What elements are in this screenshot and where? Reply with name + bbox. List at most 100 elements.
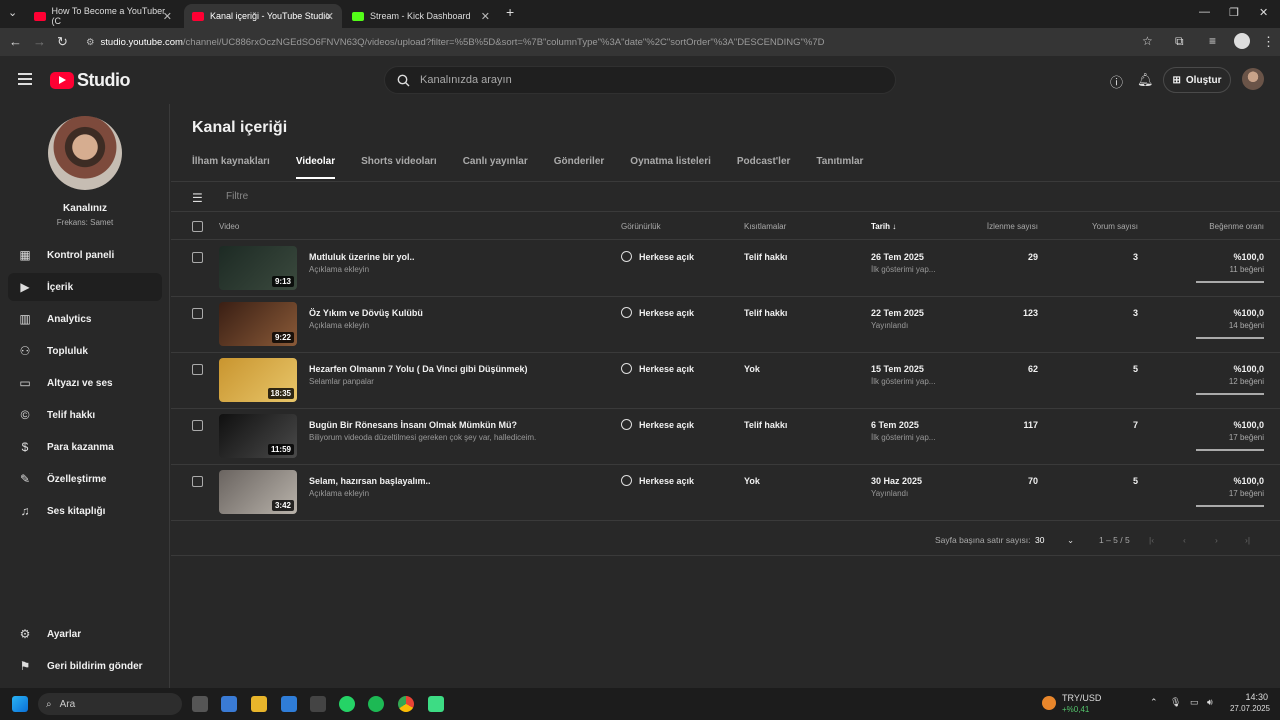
account-avatar[interactable] — [1242, 68, 1264, 90]
sidebar-item-community[interactable]: ⚇ Topluluk — [8, 337, 162, 365]
taskbar-search[interactable]: ⌕ Ara — [38, 693, 182, 715]
video-title[interactable]: Bugün Bir Rönesans İnsanı Olmak Mümkün M… — [309, 420, 517, 430]
visibility-cell[interactable]: Herkese açık — [621, 475, 694, 486]
row-checkbox[interactable] — [192, 364, 203, 375]
reload-icon[interactable]: ↻ — [57, 34, 68, 50]
tab-shorts[interactable]: Shorts videoları — [361, 156, 437, 179]
site-info-icon[interactable]: ⚙ — [86, 37, 95, 48]
sidebar-item-dashboard[interactable]: ▦ Kontrol paneli — [8, 241, 162, 269]
clock-date[interactable]: 27.07.2025 — [1224, 704, 1270, 713]
table-row[interactable]: 9:13 Mutluluk üzerine bir yol.. Açıklama e… — [171, 241, 1280, 297]
studio-logo[interactable]: Studio — [50, 70, 131, 91]
prev-page-icon[interactable]: ‹ — [1183, 535, 1186, 545]
task-view-icon[interactable] — [192, 696, 208, 712]
browser-menu-icon[interactable]: ⋮ — [1262, 34, 1275, 50]
notifications-bell-icon[interactable]: 🔔︎ — [1137, 72, 1154, 88]
tab-live[interactable]: Canlı yayınlar — [463, 156, 528, 179]
currency-widget-icon[interactable] — [1042, 696, 1056, 710]
new-tab-icon[interactable]: + — [506, 4, 514, 20]
network-icon[interactable]: ▭ — [1190, 697, 1199, 708]
close-tab-icon[interactable]: ✕ — [325, 10, 334, 23]
tab-playlists[interactable]: Oynatma listeleri — [630, 156, 711, 179]
video-title[interactable]: Mutluluk üzerine bir yol.. — [309, 252, 415, 262]
sidebar-item-customization[interactable]: ✎ Özelleştirme — [8, 465, 162, 493]
browser-tab-3[interactable]: Stream - Kick Dashboard ✕ — [344, 4, 498, 28]
whatsapp-icon[interactable] — [339, 696, 355, 712]
first-page-icon[interactable]: |‹ — [1149, 535, 1154, 545]
clock-time[interactable]: 14:30 — [1232, 692, 1268, 702]
url-field[interactable]: ⚙ studio.youtube.com/channel/UC886rxOczN… — [86, 31, 1150, 53]
row-checkbox[interactable] — [192, 252, 203, 263]
forward-icon[interactable]: → — [33, 34, 46, 49]
chrome-icon[interactable] — [398, 696, 414, 712]
channel-search-input[interactable]: Kanalınızda arayın — [384, 66, 896, 94]
tab-search-icon[interactable]: ⌄ — [8, 6, 17, 19]
video-thumbnail[interactable]: 18:35 — [219, 358, 297, 402]
close-tab-icon[interactable]: ✕ — [163, 10, 172, 23]
volume-icon[interactable]: 🔊︎ — [1207, 697, 1213, 708]
close-tab-icon[interactable]: ✕ — [481, 10, 490, 23]
video-thumbnail[interactable]: 9:13 — [219, 246, 297, 290]
video-title[interactable]: Hezarfen Olmanın 7 Yolu ( Da Vinci gibi … — [309, 364, 528, 374]
table-row[interactable]: 11:59 Bugün Bir Rönesans İnsanı Olmak Müm… — [171, 409, 1280, 465]
tab-promotions[interactable]: Tanıtımlar — [816, 156, 863, 179]
channel-avatar[interactable] — [48, 116, 122, 190]
visibility-cell[interactable]: Herkese açık — [621, 363, 694, 374]
visibility-cell[interactable]: Herkese açık — [621, 419, 694, 430]
chevron-down-icon[interactable]: ⌄ — [1067, 535, 1074, 546]
back-icon[interactable]: ← — [9, 34, 22, 49]
windows-start-icon[interactable] — [12, 696, 28, 712]
help-icon[interactable]: ⓘ — [1110, 72, 1123, 91]
filter-bar[interactable]: ☰ Filtre — [171, 182, 1280, 212]
tab-inspiration[interactable]: İlham kaynakları — [192, 156, 270, 179]
row-checkbox[interactable] — [192, 420, 203, 431]
sidebar-item-copyright[interactable]: © Telif hakkı — [8, 401, 162, 429]
reading-list-icon[interactable]: ≡ — [1209, 34, 1216, 48]
close-window-icon[interactable]: ✕ — [1259, 6, 1268, 19]
video-title[interactable]: Öz Yıkım ve Dövüş Kulübü — [309, 308, 423, 318]
tab-podcasts[interactable]: Podcast'ler — [737, 156, 791, 179]
create-button[interactable]: ⊞ Oluştur — [1163, 67, 1231, 93]
profile-avatar[interactable] — [1234, 33, 1250, 49]
bookmark-star-icon[interactable]: ☆ — [1142, 34, 1153, 48]
sidebar-item-settings[interactable]: ⚙ Ayarlar — [8, 620, 162, 648]
sidebar-item-subtitles[interactable]: ▭ Altyazı ve ses — [8, 369, 162, 397]
last-page-icon[interactable]: ›| — [1245, 535, 1250, 545]
sidebar-item-analytics[interactable]: ▥ Analytics — [8, 305, 162, 333]
table-row[interactable]: 18:35 Hezarfen Olmanın 7 Yolu ( Da Vinci … — [171, 353, 1280, 409]
restore-icon[interactable]: ❐ — [1229, 6, 1239, 19]
row-checkbox[interactable] — [192, 308, 203, 319]
rows-per-page-select[interactable]: 30 — [1035, 535, 1044, 545]
tab-posts[interactable]: Gönderiler — [554, 156, 605, 179]
pen-app-icon[interactable] — [310, 696, 326, 712]
video-title[interactable]: Selam, hazırsan başlayalım.. — [309, 476, 431, 486]
row-checkbox[interactable] — [192, 476, 203, 487]
tray-chevron-up-icon[interactable]: ⌃ — [1150, 697, 1158, 708]
browser-tab-2[interactable]: Kanal içeriği - YouTube Studio ✕ — [184, 4, 342, 28]
table-row[interactable]: 9:22 Öz Yıkım ve Dövüş Kulübü Açıklama ekl… — [171, 297, 1280, 353]
video-thumbnail[interactable]: 9:22 — [219, 302, 297, 346]
tab-videos[interactable]: Videolar — [295, 156, 336, 179]
extensions-icon[interactable]: ⧉ — [1175, 34, 1184, 49]
store-icon[interactable] — [281, 696, 297, 712]
table-row[interactable]: 3:42 Selam, hazırsan başlayalım.. Açıklama… — [171, 465, 1280, 521]
spotify-icon[interactable] — [368, 696, 384, 712]
filter-icon[interactable]: ☰ — [192, 191, 203, 205]
col-date[interactable]: Tarih ↓ — [871, 222, 896, 231]
visibility-cell[interactable]: Herkese açık — [621, 307, 694, 318]
visibility-cell[interactable]: Herkese açık — [621, 251, 694, 262]
video-thumbnail[interactable]: 3:42 — [219, 470, 297, 514]
filter-input[interactable]: Filtre — [226, 191, 248, 202]
select-all-checkbox[interactable] — [192, 221, 203, 232]
app-icon[interactable] — [221, 696, 237, 712]
browser-tab-1[interactable]: How To Become a YouTuber (C ✕ — [26, 4, 180, 28]
app-icon[interactable] — [428, 696, 444, 712]
minimize-icon[interactable]: — — [1199, 6, 1210, 18]
menu-icon[interactable] — [18, 73, 32, 85]
sidebar-item-feedback[interactable]: ⚑ Geri bildirim gönder — [8, 652, 162, 680]
microphone-icon[interactable]: 🎙︎ — [1170, 697, 1181, 708]
file-explorer-icon[interactable] — [251, 696, 267, 712]
sidebar-item-content[interactable]: ▶ İçerik — [8, 273, 162, 301]
sidebar-item-monetization[interactable]: $ Para kazanma — [8, 433, 162, 461]
next-page-icon[interactable]: › — [1215, 535, 1218, 545]
